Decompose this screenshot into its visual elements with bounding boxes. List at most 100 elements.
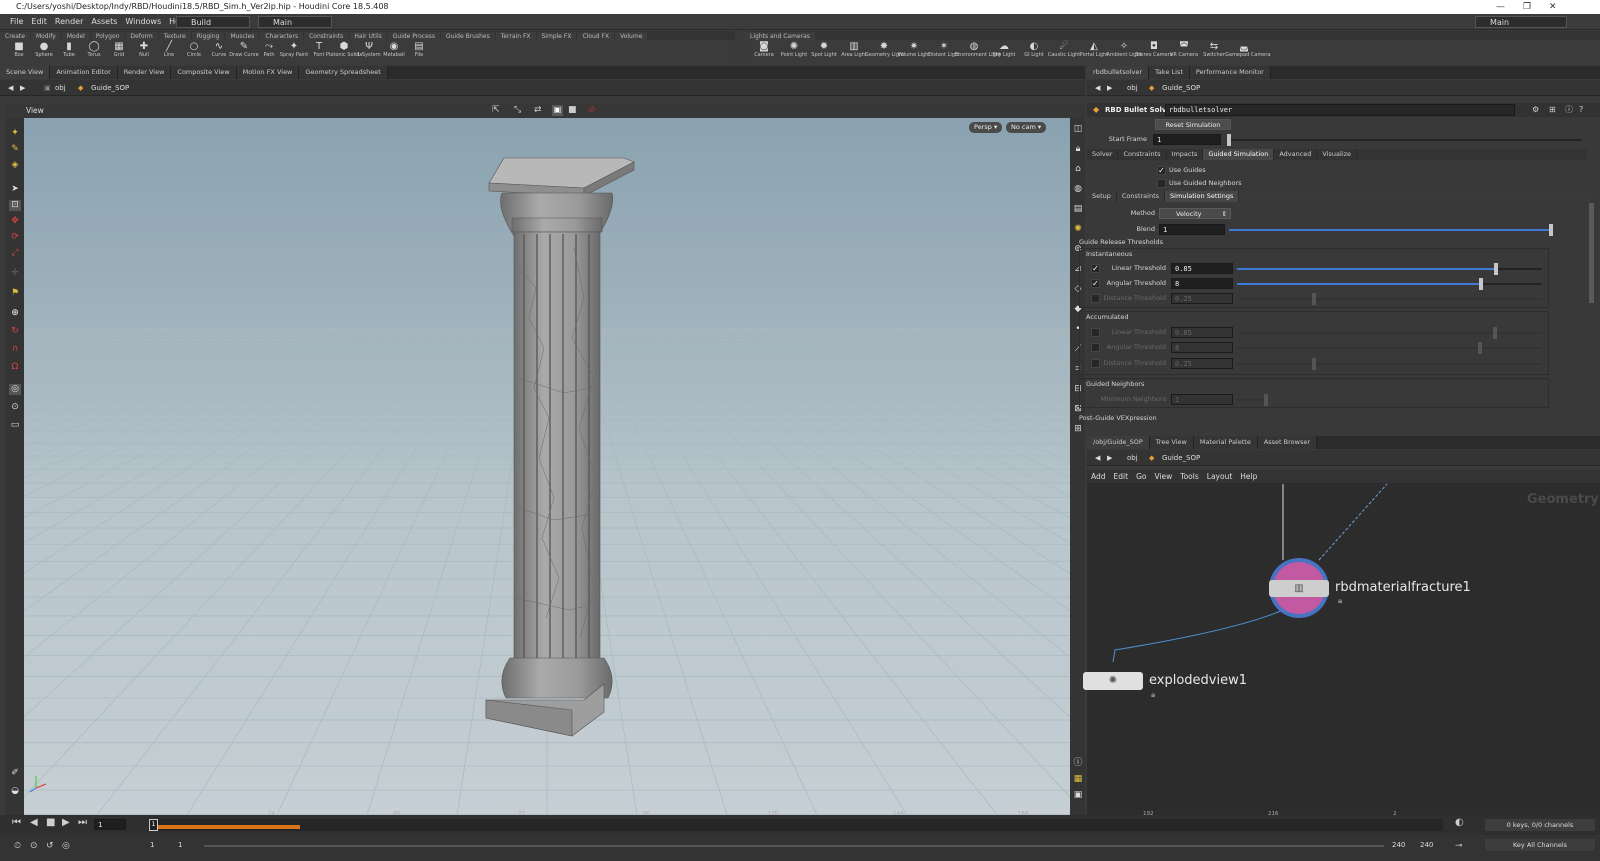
tool-distant-light[interactable]: ✶ Distant Light bbox=[928, 41, 960, 65]
close-icon[interactable]: ✕ bbox=[1549, 0, 1557, 14]
desktop-main-dropdown[interactable]: Main bbox=[258, 16, 332, 28]
angular-threshold-checkbox[interactable]: ✓ bbox=[1091, 279, 1100, 288]
display-options-icon[interactable]: ◒ bbox=[9, 786, 21, 797]
range-start-b[interactable]: 1 bbox=[178, 841, 182, 849]
shading-icon[interactable]: ▣ bbox=[552, 105, 563, 116]
linear-threshold-checkbox[interactable]: ✓ bbox=[1091, 264, 1100, 273]
start-frame-knob[interactable] bbox=[1227, 134, 1231, 146]
handle-icon[interactable]: ⤡ bbox=[514, 105, 521, 115]
loop-icon[interactable]: ↺ bbox=[46, 841, 54, 851]
select-mode-icon[interactable]: ⇱ bbox=[492, 105, 500, 115]
param-forward-icon[interactable]: ▶ bbox=[1107, 80, 1112, 96]
help-icon[interactable]: ⓘ bbox=[1565, 103, 1573, 117]
param-subtab-setup[interactable]: Setup bbox=[1087, 191, 1117, 202]
handle-tool-icon[interactable]: ⚑ bbox=[9, 288, 21, 299]
net-back-icon[interactable]: ◀ bbox=[1095, 450, 1100, 466]
snap-grid-icon[interactable]: ⊞ bbox=[1072, 424, 1084, 435]
fullscreen-icon[interactable]: ▣ bbox=[1072, 790, 1084, 801]
tree-icon[interactable]: ⊞ bbox=[1549, 103, 1556, 117]
camera-tool-icon[interactable]: ◎ bbox=[9, 384, 21, 395]
question-icon[interactable]: ? bbox=[1579, 103, 1583, 117]
step-back-icon[interactable]: ◀ bbox=[30, 817, 38, 828]
range-slider[interactable] bbox=[204, 845, 1384, 847]
tool-gamepad-camera[interactable]: ◛ Gamepad Camera bbox=[1225, 41, 1271, 65]
tool-options-icon[interactable]: ✐ bbox=[9, 768, 21, 779]
angular-threshold-knob[interactable] bbox=[1479, 278, 1483, 290]
distance-threshold-checkbox[interactable] bbox=[1091, 294, 1100, 303]
lock-view-icon[interactable]: 🔒︎ bbox=[1072, 144, 1084, 155]
view-tool-icon[interactable]: ⊕ bbox=[9, 308, 21, 319]
pane-tab-4[interactable]: Motion FX View bbox=[236, 66, 300, 79]
use-guided-neighbors-checkbox[interactable] bbox=[1157, 179, 1166, 188]
timeline-track[interactable]: 1 24 48 72 96 120 144 168 192 216 2 bbox=[148, 811, 1443, 831]
net-forward-icon[interactable]: ▶ bbox=[1107, 450, 1112, 466]
display-icon[interactable]: ■ bbox=[568, 105, 577, 115]
method-dropdown[interactable]: Velocity ⇕ bbox=[1159, 208, 1231, 219]
tool-point-light[interactable]: ✺ Point Light bbox=[781, 41, 807, 65]
blend-knob[interactable] bbox=[1549, 224, 1553, 236]
tool-camera[interactable]: ◙ Camera bbox=[751, 41, 777, 65]
linear-threshold-field[interactable]: 0.85 bbox=[1171, 263, 1233, 274]
record-icon[interactable]: ⊘ bbox=[588, 105, 596, 115]
restore-icon[interactable]: ❐ bbox=[1523, 0, 1531, 14]
tool-volume-light[interactable]: ✷ Volume Light bbox=[898, 41, 931, 65]
acc-angular-field[interactable]: 8 bbox=[1171, 342, 1233, 353]
tumble-icon[interactable]: ↻ bbox=[9, 326, 21, 337]
brush-tool-icon[interactable]: ◈ bbox=[9, 160, 21, 171]
blend-field[interactable]: 1 bbox=[1159, 224, 1225, 235]
lock-select-icon[interactable]: ⊡ bbox=[9, 200, 21, 211]
scale-tool-icon[interactable]: ⤢ bbox=[9, 248, 21, 259]
channels-status[interactable]: 0 keys, 0/0 channels bbox=[1485, 819, 1595, 831]
tool-geometry-light[interactable]: ✸ Geometry Light bbox=[865, 41, 904, 65]
rbdmaterialfracture1-label[interactable]: rbdmaterialfracture1 bbox=[1335, 580, 1471, 595]
bg-icon[interactable]: ▤ bbox=[1072, 204, 1084, 215]
param-tab-solver[interactable]: Solver bbox=[1087, 149, 1119, 160]
distance-threshold-knob[interactable] bbox=[1312, 293, 1316, 305]
tool-stereo-camera[interactable]: ◘ Stereo Camera bbox=[1135, 41, 1173, 65]
tool-sky-light[interactable]: ☁ Sky Light bbox=[991, 41, 1017, 65]
acc-distance-field[interactable]: 0.25 bbox=[1171, 358, 1233, 369]
path-node[interactable]: Guide_SOP bbox=[91, 80, 129, 96]
pane-tab-1[interactable]: Tree View bbox=[1149, 436, 1194, 449]
range-start-a[interactable]: 1 bbox=[150, 841, 154, 849]
minimize-icon[interactable]: — bbox=[1496, 0, 1505, 14]
menu-file[interactable]: File bbox=[6, 14, 27, 30]
start-frame-field[interactable]: 1 bbox=[1153, 134, 1221, 145]
acc-linear-knob[interactable] bbox=[1493, 327, 1497, 339]
angular-threshold-field[interactable]: 8 bbox=[1171, 278, 1233, 289]
cam-menu[interactable]: No cam ▾ bbox=[1006, 122, 1047, 133]
pane-tab-2[interactable]: Material Palette bbox=[1193, 436, 1258, 449]
playhead[interactable]: 1 bbox=[149, 819, 158, 831]
persp-menu[interactable]: Persp ▾ bbox=[969, 122, 1003, 133]
tool-gi-light[interactable]: ◐ GI Light bbox=[1021, 41, 1047, 65]
explodedview1-label[interactable]: explodedview1 bbox=[1149, 673, 1247, 688]
pane-tab-0[interactable]: rbdbulletsolver bbox=[1087, 66, 1150, 79]
distance-threshold-field[interactable]: 0.25 bbox=[1171, 293, 1233, 304]
snap-magnet-icon[interactable]: Ω bbox=[9, 362, 21, 373]
arrow-select-icon[interactable]: ➤ bbox=[9, 184, 21, 195]
pane-tab-1[interactable]: Animation Editor bbox=[50, 66, 118, 79]
paint-tool-icon[interactable]: ✎ bbox=[9, 144, 21, 155]
range-end-a[interactable]: 240 bbox=[1392, 841, 1405, 849]
acc-distance-checkbox[interactable] bbox=[1091, 359, 1100, 368]
tool-caustic-light[interactable]: ☄ Caustic Light bbox=[1048, 41, 1081, 65]
net-path-root[interactable]: obj bbox=[1127, 450, 1138, 466]
tool-vr-camera[interactable]: ◚ VR Camera bbox=[1170, 41, 1198, 65]
back-icon[interactable]: ◀ bbox=[8, 80, 13, 96]
explodedview1-node[interactable]: ✺ bbox=[1083, 672, 1143, 690]
pose-tool-icon[interactable]: ✛ bbox=[9, 268, 21, 279]
menu-render[interactable]: Render bbox=[51, 14, 87, 30]
param-tab-constraints[interactable]: Constraints bbox=[1118, 149, 1167, 160]
param-back-icon[interactable]: ◀ bbox=[1095, 80, 1100, 96]
play-icon[interactable]: ▶ bbox=[62, 817, 70, 828]
info-icon[interactable]: ⓘ bbox=[1072, 758, 1084, 769]
angular-threshold-slider[interactable] bbox=[1237, 278, 1542, 290]
acc-linear-slider[interactable] bbox=[1237, 327, 1542, 339]
tool-spot-light[interactable]: ✹ Spot Light bbox=[811, 41, 837, 65]
param-subtab-simulation-settings[interactable]: Simulation Settings bbox=[1165, 191, 1240, 202]
pane-tab-1[interactable]: Take List bbox=[1149, 66, 1190, 79]
tool-environment-light[interactable]: ◍ Environment Light bbox=[955, 41, 1001, 65]
min-neighbors-field[interactable]: 1 bbox=[1171, 394, 1233, 405]
forward-icon[interactable]: ▶ bbox=[20, 80, 25, 96]
menu-windows[interactable]: Windows bbox=[121, 14, 165, 30]
